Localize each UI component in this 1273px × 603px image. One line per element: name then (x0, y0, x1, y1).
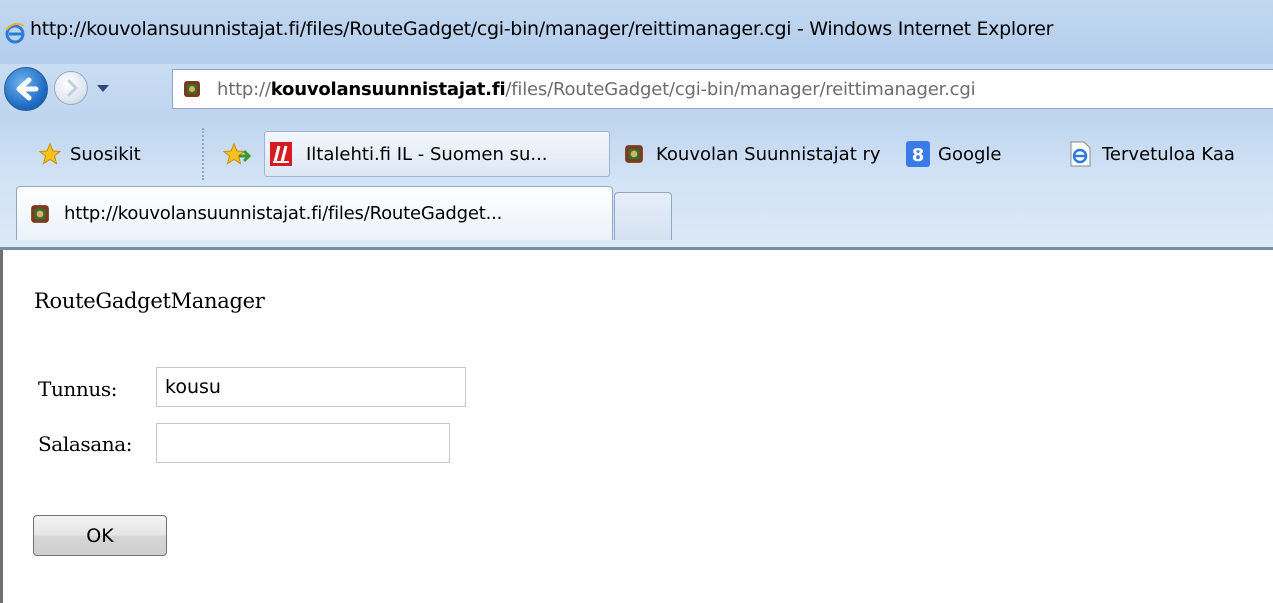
password-label: Salasana: (38, 432, 133, 456)
favorites-button[interactable]: Suosikit (38, 130, 141, 178)
favorite-label: Kouvolan Suunnistajat ry (656, 143, 881, 165)
username-input[interactable] (156, 367, 466, 407)
favorites-separator (202, 128, 206, 180)
ie-page-icon (1070, 141, 1091, 167)
add-to-favorites-bar-button[interactable] (222, 130, 252, 178)
chrome-divider (0, 247, 1273, 250)
favorite-label: Tervetuloa Kaa (1102, 143, 1235, 165)
address-url[interactable]: http://kouvolansuunnistajat.fi/files/Rou… (217, 79, 976, 100)
forward-arrow-icon (67, 79, 79, 97)
address-bar[interactable]: http://kouvolansuunnistajat.fi/files/Rou… (172, 69, 1273, 109)
favorites-label: Suosikit (70, 143, 141, 165)
svg-text:8: 8 (912, 145, 925, 166)
back-button[interactable] (4, 67, 48, 111)
password-input[interactable] (156, 423, 450, 463)
tab-label: http://kouvolansuunnistajat.fi/files/Rou… (64, 203, 503, 224)
ok-button[interactable]: OK (33, 515, 167, 556)
favorite-item-google[interactable]: 8 Google (906, 130, 1001, 178)
url-path: /files/RouteGadget/cgi-bin/manager/reitt… (505, 79, 976, 100)
favorite-item-tervetuloa[interactable]: Tervetuloa Kaa (1068, 130, 1235, 178)
username-label: Tunnus: (38, 377, 118, 401)
new-tab-button[interactable] (614, 192, 672, 240)
star-icon (38, 142, 62, 165)
forward-button[interactable] (54, 71, 88, 105)
google-icon: 8 (906, 141, 930, 167)
back-arrow-icon (16, 77, 39, 101)
browser-chrome: http://kouvolansuunnistajat.fi/files/Rou… (0, 0, 1273, 250)
site-favicon (31, 205, 49, 223)
favorite-item-iltalehti[interactable]: Iltalehti.fi IL - Suomen su... (270, 130, 548, 178)
add-favorite-star-icon (222, 142, 252, 165)
window-title: http://kouvolansuunnistajat.fi/files/Rou… (30, 18, 1054, 40)
favorite-label: Google (938, 143, 1002, 165)
site-favicon (625, 145, 643, 163)
site-favicon (184, 81, 200, 97)
ie-logo-icon (5, 22, 25, 44)
page-title: RouteGadgetManager (34, 289, 265, 313)
favorite-item-kouvolan-suunnistajat[interactable]: Kouvolan Suunnistajat ry (624, 130, 881, 178)
favorite-label: Iltalehti.fi IL - Suomen su... (306, 143, 548, 165)
url-domain: kouvolansuunnistajat.fi (270, 79, 506, 100)
recent-pages-dropdown-icon[interactable] (96, 84, 110, 94)
iltalehti-icon (270, 142, 292, 166)
content-left-border (0, 250, 3, 603)
url-scheme: http:// (217, 79, 271, 100)
